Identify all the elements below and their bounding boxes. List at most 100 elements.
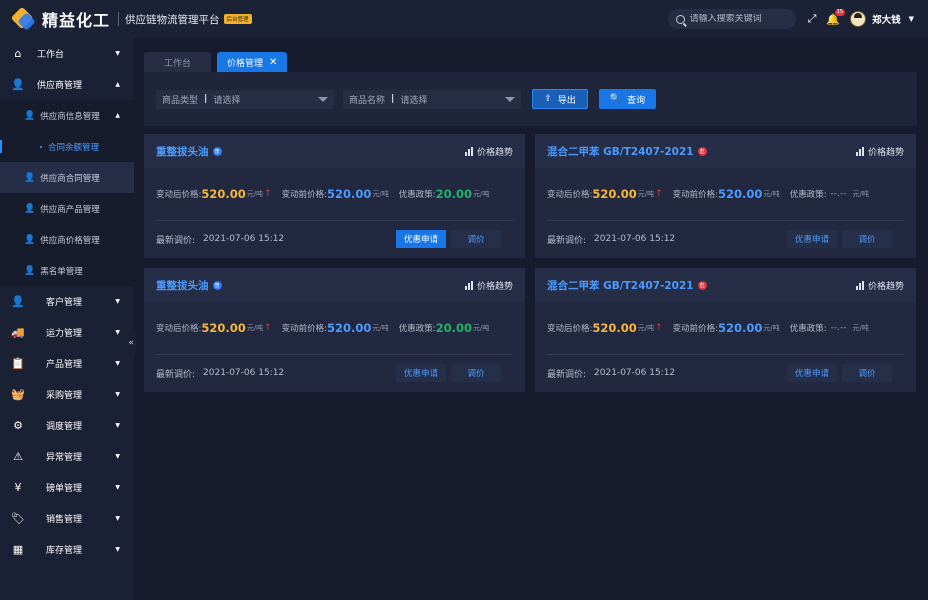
card-footer: 最新调价: 2021-07-06 15:12 优惠申请 调价 — [547, 221, 904, 257]
sidebar-item-sales[interactable]: 🏷 销售管理 ▼ — [0, 503, 134, 534]
trend-label: 价格趋势 — [867, 148, 904, 158]
price-unit: 元/吨 — [246, 190, 264, 198]
chevron-down-icon: ▼ — [115, 50, 120, 57]
adjust-price-button[interactable]: 调价 — [842, 230, 892, 248]
search-box[interactable] — [667, 9, 796, 29]
filter-label: 商品类型 — [162, 95, 199, 106]
collapse-sidebar-button[interactable]: « — [126, 330, 136, 356]
chevron-down-icon[interactable]: ▼ — [909, 15, 914, 23]
adjust-price-button[interactable]: 调价 — [451, 364, 501, 382]
bell-icon[interactable]: 🔔 15 — [826, 8, 846, 26]
sidebar-item-label: 供应商信息管理 — [40, 111, 100, 122]
filter-separator: | — [204, 94, 208, 104]
product-title[interactable]: 混合二甲苯 GB/T2407-2021 — [547, 278, 694, 293]
trend-chart-icon — [855, 147, 865, 156]
adjust-price-button[interactable]: 调价 — [842, 364, 892, 382]
sidebar-item-label: 磅单管理 — [46, 484, 83, 494]
sidebar-item-supplier-product[interactable]: 👤 供应商产品管理 — [0, 193, 134, 224]
product-type-select[interactable]: 商品类型 | 请选择 — [156, 89, 334, 109]
dispatch-icon: ⚙ — [13, 419, 23, 432]
chevron-up-icon: ▲ — [115, 112, 120, 119]
policy-empty-value: --.-- — [830, 189, 847, 199]
hazard-badge: 危 — [697, 146, 707, 156]
chevron-down-icon: ▼ — [115, 360, 120, 367]
discount-apply-button[interactable]: 优惠申请 — [787, 364, 837, 382]
policy-value: 20.00 — [435, 321, 473, 335]
before-price-label: 变动前价格: — [281, 190, 328, 200]
after-price-label: 变动后价格: — [156, 190, 202, 200]
clipboard-icon: 📋 — [11, 357, 25, 370]
chevron-down-icon: ▼ — [115, 329, 120, 336]
tab-price-management[interactable]: 价格管理 ✕ — [217, 52, 288, 72]
chevron-up-icon: ▲ — [115, 81, 120, 88]
sidebar-item-contract-balance[interactable]: 合同余额管理 — [0, 131, 134, 162]
chevron-down-icon: ▼ — [115, 298, 120, 305]
sidebar-item-label: 异常管理 — [46, 453, 83, 463]
warehouse-icon: ▦ — [12, 543, 24, 556]
tab-bar: 工作台 价格管理 ✕ — [144, 52, 917, 72]
sidebar-item-supplier-price[interactable]: 👤 供应商价格管理 — [0, 224, 134, 255]
normal-badge: 普 — [212, 280, 222, 290]
sidebar-item-weighbill[interactable]: ¥ 磅单管理 ▼ — [0, 472, 134, 503]
platform-title: 供应链物流管理平台 后台管理 — [118, 12, 252, 26]
card-header: 重整拔头油 普 价格趋势 — [144, 134, 525, 168]
sidebar-item-supplier-contract[interactable]: 👤 供应商合同管理 — [0, 162, 134, 193]
sidebar-item-dashboard[interactable]: ⌂ 工作台 ▼ — [0, 38, 134, 69]
sidebar-item-customer[interactable]: 👤 客户管理 ▼ — [0, 286, 134, 317]
username[interactable]: 郑大钱 — [872, 12, 901, 26]
price-card: 重整拔头油 普 价格趋势 变动后价格: 520.00 元/吨 ↑ 变动前价格: … — [144, 134, 525, 258]
before-price-label: 变动前价格: — [672, 190, 719, 200]
avatar[interactable] — [850, 11, 867, 27]
price-trend-link[interactable]: 价格趋势 — [464, 145, 513, 158]
sidebar: ⌂ 工作台 ▼ 👤 供应商管理 ▲ 👤 供应商信息管理 ▲ 合同余额管理 👤 供… — [0, 38, 134, 600]
price-trend-link[interactable]: 价格趋势 — [855, 145, 904, 158]
product-name-select[interactable]: 商品名称 | 请选择 — [343, 89, 521, 109]
query-button[interactable]: 🔍 查询 — [599, 89, 656, 109]
filter-label: 商品名称 — [349, 95, 386, 106]
sidebar-item-dispatch[interactable]: ⚙ 调度管理 ▼ — [0, 410, 134, 441]
policy-label: 优惠政策: — [398, 190, 436, 200]
sidebar-item-label: 供应商管理 — [37, 81, 83, 91]
tab-dashboard[interactable]: 工作台 — [144, 52, 212, 72]
latest-adjust-label: 最新调价: — [156, 369, 196, 380]
sidebar-item-purchase[interactable]: 🧺 采购管理 ▼ — [0, 379, 134, 410]
user-icon: 👤 — [11, 78, 25, 91]
filter-value: 请选择 — [213, 95, 241, 106]
sidebar-item-blacklist[interactable]: 👤 黑名单管理 — [0, 255, 134, 286]
sidebar-item-supplier[interactable]: 👤 供应商管理 ▲ — [0, 69, 134, 100]
price-row: 变动后价格: 520.00 元/吨 ↑ 变动前价格: 520.00 元/吨 优惠… — [156, 168, 513, 221]
close-icon[interactable]: ✕ — [269, 57, 277, 68]
price-unit: 元/吨 — [372, 190, 389, 198]
product-title[interactable]: 重整拔头油 — [156, 144, 209, 159]
price-row: 变动后价格: 520.00 元/吨 ↑ 变动前价格: 520.00 元/吨 优惠… — [547, 302, 904, 355]
chevron-down-icon: ▼ — [115, 391, 120, 398]
sidebar-item-supplier-info[interactable]: 👤 供应商信息管理 ▲ — [0, 100, 134, 131]
price-trend-link[interactable]: 价格趋势 — [855, 279, 904, 292]
trend-chart-icon — [855, 281, 865, 290]
fullscreen-icon[interactable]: ⤢ — [808, 12, 817, 26]
card-footer: 最新调价: 2021-07-06 15:12 优惠申请 调价 — [156, 355, 513, 391]
discount-apply-button[interactable]: 优惠申请 — [787, 230, 837, 248]
product-title[interactable]: 重整拔头油 — [156, 278, 209, 293]
price-unit: 元/吨 — [246, 324, 264, 332]
policy-label: 优惠政策: — [398, 324, 436, 334]
after-price-value: 520.00 — [201, 187, 246, 201]
coin-icon: ¥ — [14, 481, 22, 494]
sidebar-item-inventory[interactable]: ▦ 库存管理 ▼ — [0, 534, 134, 565]
tab-label: 工作台 — [164, 58, 192, 69]
adjust-price-button[interactable]: 调价 — [451, 230, 501, 248]
export-button[interactable]: ⇪ 导出 — [532, 89, 588, 109]
discount-apply-button[interactable]: 优惠申请 — [396, 230, 446, 248]
product-title[interactable]: 混合二甲苯 GB/T2407-2021 — [547, 144, 694, 159]
policy-empty-value: --.-- — [830, 323, 847, 333]
truck-icon: 🚚 — [11, 326, 25, 339]
sidebar-item-product[interactable]: 📋 产品管理 ▼ — [0, 348, 134, 379]
sidebar-item-exception[interactable]: ⚠ 异常管理 ▼ — [0, 441, 134, 472]
trend-label: 价格趋势 — [476, 148, 513, 158]
sidebar-item-capacity[interactable]: 🚚 运力管理 ▼ — [0, 317, 134, 348]
search-input[interactable] — [689, 14, 790, 24]
price-card: 混合二甲苯 GB/T2407-2021 危 价格趋势 变动后价格: 520.00… — [535, 268, 916, 392]
discount-apply-button[interactable]: 优惠申请 — [396, 364, 446, 382]
latest-adjust-time: 2021-07-06 15:12 — [594, 234, 676, 244]
price-trend-link[interactable]: 价格趋势 — [464, 279, 513, 292]
